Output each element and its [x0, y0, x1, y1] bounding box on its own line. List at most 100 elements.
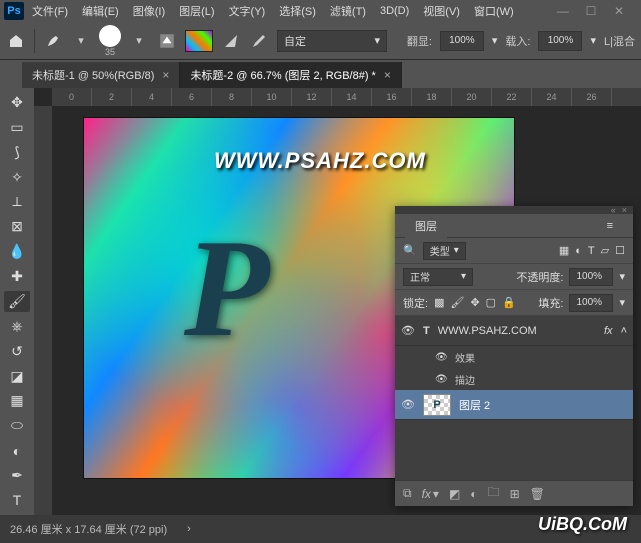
brush-tool[interactable]: 🖌	[4, 291, 30, 312]
layers-tab[interactable]: 图层≡	[395, 214, 633, 238]
menu-layer[interactable]: 图层(L)	[173, 1, 220, 21]
lasso-tool[interactable]: ⟆	[4, 142, 30, 163]
visibility-icon[interactable]: 👁	[435, 352, 449, 363]
toolbox: ✥ ▭ ⟆ ✧ ⟂ ⊠ 💧 ✚ 🖌 ⎈ ↺ ◪ ▦ ⬭ ◐ ✒ T	[0, 88, 34, 515]
close-button[interactable]: ✕	[609, 4, 629, 18]
chevron-icon[interactable]: ˄	[621, 325, 627, 337]
lock-position-icon[interactable]: ✥	[470, 296, 479, 309]
app-icon: Ps	[4, 2, 24, 20]
filter-shape-icon[interactable]: ▱	[601, 244, 609, 257]
blend-mode-select[interactable]: 自定▾	[277, 30, 387, 52]
pattern-swatch[interactable]	[185, 30, 213, 52]
close-icon[interactable]: ×	[162, 68, 169, 82]
menu-edit[interactable]: 编辑(E)	[76, 1, 125, 21]
lock-row: 锁定: ▩ 🖌 ✥ ▢ 🔒 填充: 100% ▾	[395, 290, 633, 316]
options-bar: ▾ 35 ▾ 自定▾ 翻显: 100% ▾ 载入: 100% ▾ L|混合	[0, 22, 641, 60]
filter-type-select[interactable]: 类型 ▾	[423, 242, 466, 260]
history-brush-tool[interactable]: ↺	[4, 341, 30, 362]
magic-wand-tool[interactable]: ✧	[4, 167, 30, 188]
adjustment-icon[interactable]: ◐	[470, 487, 477, 501]
layer-effects-group[interactable]: 👁效果	[395, 346, 633, 368]
home-icon[interactable]	[6, 31, 26, 51]
opacity-dropdown-icon[interactable]: ▾	[492, 34, 498, 47]
dodge-tool[interactable]: ◐	[4, 440, 30, 461]
lock-pixels-icon[interactable]: 🖌	[450, 296, 464, 309]
dropdown-icon[interactable]: ▾	[71, 31, 91, 51]
layer-fill-value[interactable]: 100%	[569, 294, 613, 312]
link-layers-icon[interactable]: ⧉	[403, 486, 412, 501]
flow-label: 载入:	[505, 33, 530, 49]
layer-item[interactable]: 👁 T WWW.PSAHZ.COM fx ˄	[395, 316, 633, 346]
dropdown-icon[interactable]: ▾	[129, 31, 149, 51]
panel-menu-icon[interactable]: ≡	[597, 216, 623, 236]
menu-type[interactable]: 文字(Y)	[223, 1, 272, 21]
flow-dropdown-icon[interactable]: ▾	[590, 34, 596, 47]
blend-mode-select[interactable]: 正常▾	[403, 268, 473, 286]
fx-icon[interactable]: fx	[422, 487, 431, 501]
visibility-icon[interactable]: 👁	[401, 324, 415, 337]
filter-pixel-icon[interactable]: ▦	[559, 244, 569, 257]
fx-badge[interactable]: fx	[604, 325, 613, 337]
layer-effect-stroke[interactable]: 👁描边	[395, 368, 633, 390]
brush-size-preview[interactable]: 35	[99, 25, 121, 57]
menu-file[interactable]: 文件(F)	[26, 1, 74, 21]
eraser-tool[interactable]: ◪	[4, 366, 30, 387]
new-layer-icon[interactable]: ⊞	[510, 487, 520, 501]
blur-tool[interactable]: ⬭	[4, 415, 30, 436]
document-tab[interactable]: 未标题-2 @ 66.7% (图层 2, RGB/8#) *×	[180, 62, 401, 88]
crop-tool[interactable]: ⟂	[4, 192, 30, 213]
layer-list: 👁 T WWW.PSAHZ.COM fx ˄ 👁效果 👁描边 👁 P 图层 2	[395, 316, 633, 480]
document-tab[interactable]: 未标题-1 @ 50%(RGB/8)×	[22, 62, 180, 88]
menu-image[interactable]: 图像(I)	[127, 1, 171, 21]
dropdown-icon[interactable]: ▾	[619, 270, 625, 283]
menu-window[interactable]: 窗口(W)	[468, 1, 520, 21]
brush-preset-icon[interactable]	[43, 31, 63, 51]
layer-name: 图层 2	[459, 397, 490, 413]
lock-transparency-icon[interactable]: ▩	[434, 296, 444, 309]
gradient-tool[interactable]: ▦	[4, 391, 30, 412]
layer-opacity-value[interactable]: 100%	[569, 268, 613, 286]
status-caret-icon[interactable]: ›	[187, 523, 191, 535]
filter-type-icon[interactable]: T	[588, 245, 595, 257]
layer-item[interactable]: 👁 P 图层 2	[395, 390, 633, 420]
move-tool[interactable]: ✥	[4, 92, 30, 113]
layers-footer: ⧉ fx ▾ ◩ ◐ 🗀 ⊞ 🗑	[395, 480, 633, 506]
menu-select[interactable]: 选择(S)	[273, 1, 322, 21]
eyedropper-tool[interactable]: 💧	[4, 241, 30, 262]
pressure-opacity-icon[interactable]	[221, 31, 241, 51]
clone-stamp-tool[interactable]: ⎈	[4, 316, 30, 337]
filter-adjust-icon[interactable]: ◐	[575, 245, 582, 257]
menu-3d[interactable]: 3D(D)	[374, 3, 415, 19]
flow-value[interactable]: 100%	[538, 31, 582, 51]
maximize-button[interactable]: ☐	[581, 4, 601, 18]
dropdown-icon[interactable]: ▾	[619, 296, 625, 309]
airbrush-icon[interactable]	[249, 31, 269, 51]
opacity-label: 不透明度:	[516, 269, 563, 285]
brush-settings-icon[interactable]	[157, 31, 177, 51]
menu-filter[interactable]: 滤镜(T)	[324, 1, 372, 21]
filter-smart-icon[interactable]: ☐	[615, 244, 625, 257]
type-tool[interactable]: T	[4, 490, 30, 511]
layer-filter-row: 🔍 类型 ▾ ▦ ◐ T ▱ ☐	[395, 238, 633, 264]
layer-thumbnail: P	[423, 394, 451, 416]
lock-all-icon[interactable]: 🔒	[502, 296, 516, 309]
menu-view[interactable]: 视图(V)	[417, 1, 466, 21]
close-icon[interactable]: ×	[384, 68, 391, 82]
delete-icon[interactable]: 🗑	[530, 487, 545, 501]
marquee-tool[interactable]: ▭	[4, 117, 30, 138]
ruler-horizontal: 02468101214161820222426	[52, 88, 641, 106]
opacity-value[interactable]: 100%	[440, 31, 484, 51]
mask-icon[interactable]: ◩	[449, 487, 460, 501]
canvas-watermark-text: WWW.PSAHZ.COM	[214, 148, 426, 174]
pen-tool[interactable]: ✒	[4, 465, 30, 486]
group-icon[interactable]: 🗀	[488, 483, 500, 504]
visibility-icon[interactable]: 👁	[435, 374, 449, 385]
lock-artboard-icon[interactable]: ▢	[486, 296, 496, 309]
lock-label: 锁定:	[403, 295, 428, 311]
status-info: 26.46 厘米 x 17.64 厘米 (72 ppi)	[10, 521, 167, 537]
frame-tool[interactable]: ⊠	[4, 216, 30, 237]
visibility-icon[interactable]: 👁	[401, 398, 415, 411]
search-icon[interactable]: 🔍	[403, 244, 417, 257]
healing-brush-tool[interactable]: ✚	[4, 266, 30, 287]
minimize-button[interactable]: —	[553, 4, 573, 18]
